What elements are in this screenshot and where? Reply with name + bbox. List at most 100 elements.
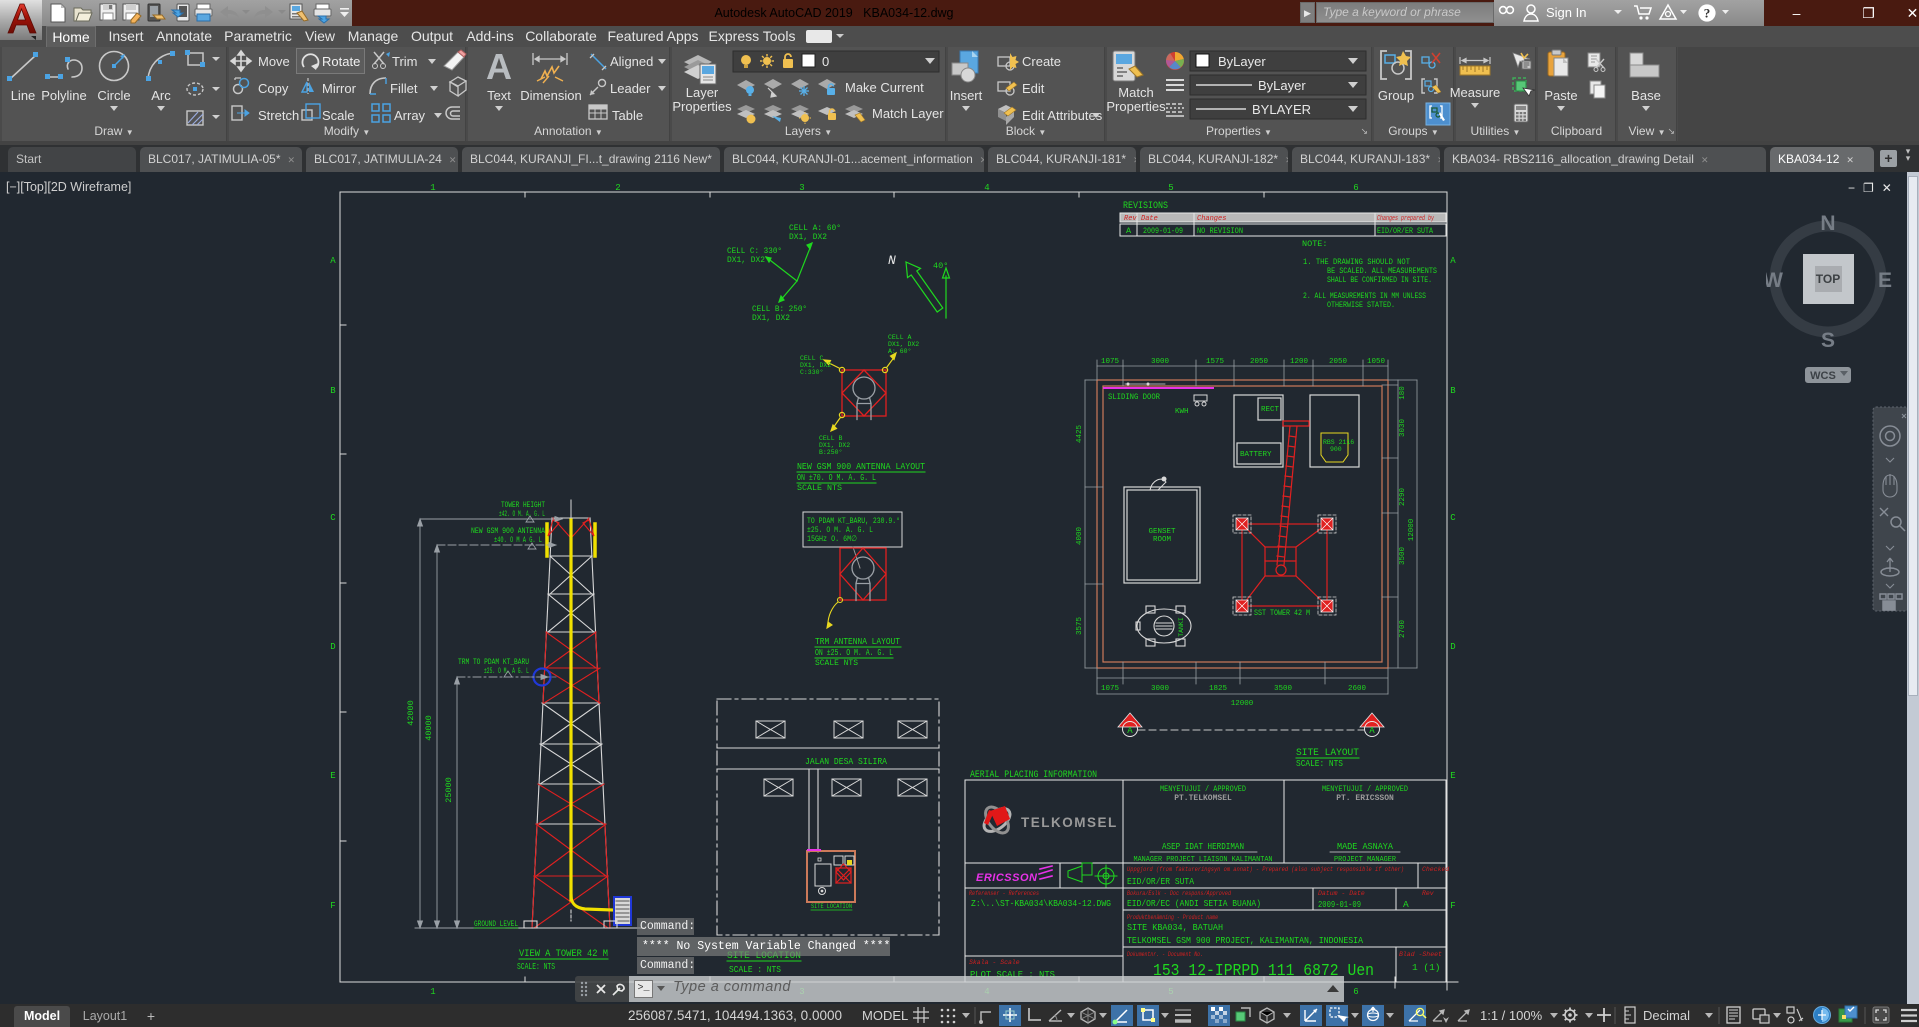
svg-text:RECT: RECT xyxy=(1261,406,1280,414)
svg-text:Arc: Arc xyxy=(151,88,171,103)
svg-text:180: 180 xyxy=(1399,386,1407,400)
svg-text:MADE ASNAYA: MADE ASNAYA xyxy=(1337,842,1394,852)
svg-text:A: A xyxy=(1127,726,1133,736)
svg-text:TOP: TOP xyxy=(1816,272,1840,286)
svg-text:A: A xyxy=(1369,726,1375,736)
svg-text:ASEP IDAT HERDIMAN: ASEP IDAT HERDIMAN xyxy=(1162,842,1244,852)
svg-text:Rev: Rev xyxy=(1422,890,1435,897)
svg-text:Rev: Rev xyxy=(1124,215,1137,223)
svg-text:Leader: Leader xyxy=(610,81,651,96)
svg-text:Layer: Layer xyxy=(686,85,719,100)
svg-text:SITE KBA034, BATUAH: SITE KBA034, BATUAH xyxy=(1127,922,1223,933)
svg-text:Create: Create xyxy=(1022,54,1061,69)
svg-text:Blad -Sheet: Blad -Sheet xyxy=(1399,951,1442,958)
svg-text:ByLayer: ByLayer xyxy=(1218,54,1266,69)
svg-text:Make Current: Make Current xyxy=(845,80,924,95)
svg-text:RBS 2116: RBS 2116 xyxy=(1323,439,1354,446)
svg-text:12000: 12000 xyxy=(1408,518,1416,541)
svg-text:Z:\..\ST-KBA034\KBA034-12.DWG: Z:\..\ST-KBA034\KBA034-12.DWG xyxy=(971,898,1111,909)
svg-text:Text: Text xyxy=(487,88,511,103)
svg-text:2700: 2700 xyxy=(1399,620,1407,639)
svg-text:Line: Line xyxy=(11,88,36,103)
svg-text:1:1 / 100%: 1:1 / 100% xyxy=(1480,1008,1543,1023)
svg-text:SHALL BE CONFIRMED IN SITE.: SHALL BE CONFIRMED IN SITE. xyxy=(1327,275,1432,285)
svg-text:Changes prepared by: Changes prepared by xyxy=(1377,215,1435,223)
svg-text:Sign In: Sign In xyxy=(1546,5,1586,20)
svg-text:Rotate: Rotate xyxy=(322,54,360,69)
svg-text:BATTERY: BATTERY xyxy=(1240,451,1272,459)
svg-text:1050: 1050 xyxy=(1367,358,1386,366)
svg-text:3000: 3000 xyxy=(1151,358,1170,366)
svg-text:Paste: Paste xyxy=(1544,88,1577,103)
svg-text:SLIDING DOOR: SLIDING DOOR xyxy=(1108,393,1160,402)
svg-text:ERICSSON: ERICSSON xyxy=(976,872,1038,884)
svg-text:TELKOMSEL GSM 900 PROJECT, KAL: TELKOMSEL GSM 900 PROJECT, KALIMANTAN, I… xyxy=(1127,935,1363,946)
svg-text:Mirror: Mirror xyxy=(322,81,357,96)
svg-text:2050: 2050 xyxy=(1329,358,1348,366)
svg-text:1075: 1075 xyxy=(1101,685,1120,693)
svg-text:Uppgjord (from faktureringsyn: Uppgjord (from faktureringsyn om annat) … xyxy=(1127,866,1404,873)
svg-text:2009-01-09: 2009-01-09 xyxy=(1318,899,1361,910)
svg-text:3000: 3000 xyxy=(1151,685,1170,693)
svg-text:Circle: Circle xyxy=(97,88,130,103)
svg-text:4000: 4000 xyxy=(1076,527,1084,546)
svg-text:2009-01-09: 2009-01-09 xyxy=(1143,226,1183,236)
svg-text:2050: 2050 xyxy=(1250,358,1269,366)
svg-text:A: A xyxy=(1403,899,1409,910)
svg-text:1075: 1075 xyxy=(1101,358,1120,366)
svg-text:N: N xyxy=(1820,212,1835,235)
svg-text:Table: Table xyxy=(612,108,643,123)
svg-text:BYLAYER: BYLAYER xyxy=(1252,102,1311,117)
svg-text:NOTE:: NOTE: xyxy=(1302,239,1328,249)
svg-text:Changes: Changes xyxy=(1197,215,1226,223)
svg-text:Bokura/Eslk - Doc respons/Appr: Bokura/Eslk - Doc respons/Approved xyxy=(1127,890,1231,897)
svg-text:Datum - Date: Datum - Date xyxy=(1318,890,1365,897)
svg-text:ByLayer: ByLayer xyxy=(1258,78,1306,93)
svg-text:Fillet: Fillet xyxy=(390,81,418,96)
svg-text:3500: 3500 xyxy=(1399,547,1407,566)
svg-text:WCS: WCS xyxy=(1810,370,1836,382)
svg-text:Decimal: Decimal xyxy=(1643,1008,1690,1023)
svg-text:Edit: Edit xyxy=(1022,81,1045,96)
svg-text:SITE LAYOUT: SITE LAYOUT xyxy=(1296,748,1359,759)
svg-text:1200: 1200 xyxy=(1290,358,1309,366)
svg-text:1 (1): 1 (1) xyxy=(1412,962,1441,973)
svg-text:Stretch: Stretch xyxy=(258,108,299,123)
svg-text:Dimension: Dimension xyxy=(520,88,581,103)
svg-text:4425: 4425 xyxy=(1076,425,1084,444)
svg-text:Skala - Scale: Skala - Scale xyxy=(969,959,1020,966)
svg-text:Match Layer: Match Layer xyxy=(872,106,944,121)
svg-text:Aligned: Aligned xyxy=(610,54,653,69)
svg-text:W: W xyxy=(1766,269,1783,292)
svg-text:2290: 2290 xyxy=(1399,488,1407,507)
svg-text:A: A xyxy=(1126,226,1132,236)
svg-text:Referenser - References: Referenser - References xyxy=(969,890,1039,897)
svg-text:Polyline: Polyline xyxy=(41,88,87,103)
svg-text:Scale: Scale xyxy=(322,108,355,123)
svg-text:3500: 3500 xyxy=(1274,685,1293,693)
svg-text:0: 0 xyxy=(822,54,829,69)
svg-text:Group: Group xyxy=(1378,88,1414,103)
svg-text:SCALE: NTS: SCALE: NTS xyxy=(1296,759,1343,769)
svg-text:SST TOWER 42 M: SST TOWER 42 M xyxy=(1254,609,1310,618)
svg-text:Properties: Properties xyxy=(1106,99,1166,114)
svg-text:MENYETUJUI / APPROVED: MENYETUJUI / APPROVED xyxy=(1322,785,1408,794)
svg-text:Copy: Copy xyxy=(258,81,289,96)
svg-text:PROJECT MANAGER: PROJECT MANAGER xyxy=(1334,856,1396,864)
svg-text:1825: 1825 xyxy=(1209,685,1228,693)
svg-text:?: ? xyxy=(1704,6,1711,21)
svg-text:3575: 3575 xyxy=(1076,617,1084,636)
svg-text:KWH: KWH xyxy=(1175,408,1189,416)
svg-text:A: A xyxy=(486,47,512,87)
svg-text:Base: Base xyxy=(1631,88,1661,103)
svg-text:S: S xyxy=(1821,329,1835,352)
svg-text:3030: 3030 xyxy=(1399,419,1407,438)
svg-text:900: 900 xyxy=(1330,446,1342,453)
svg-text:Produktbenämning - Product nam: Produktbenämning - Product name xyxy=(1127,914,1218,921)
svg-text:MANAGER PROJECT LIAISON KALIMA: MANAGER PROJECT LIAISON KALIMANTAN xyxy=(1134,856,1273,864)
svg-text:1575: 1575 xyxy=(1206,358,1225,366)
svg-text:OTHERWISE STATED.: OTHERWISE STATED. xyxy=(1327,300,1395,310)
svg-text:Dokumentnr. - Document No.: Dokumentnr. - Document No. xyxy=(1127,951,1203,958)
svg-text:TANKI: TANKI xyxy=(1178,617,1185,637)
svg-text:12000: 12000 xyxy=(1231,700,1254,708)
